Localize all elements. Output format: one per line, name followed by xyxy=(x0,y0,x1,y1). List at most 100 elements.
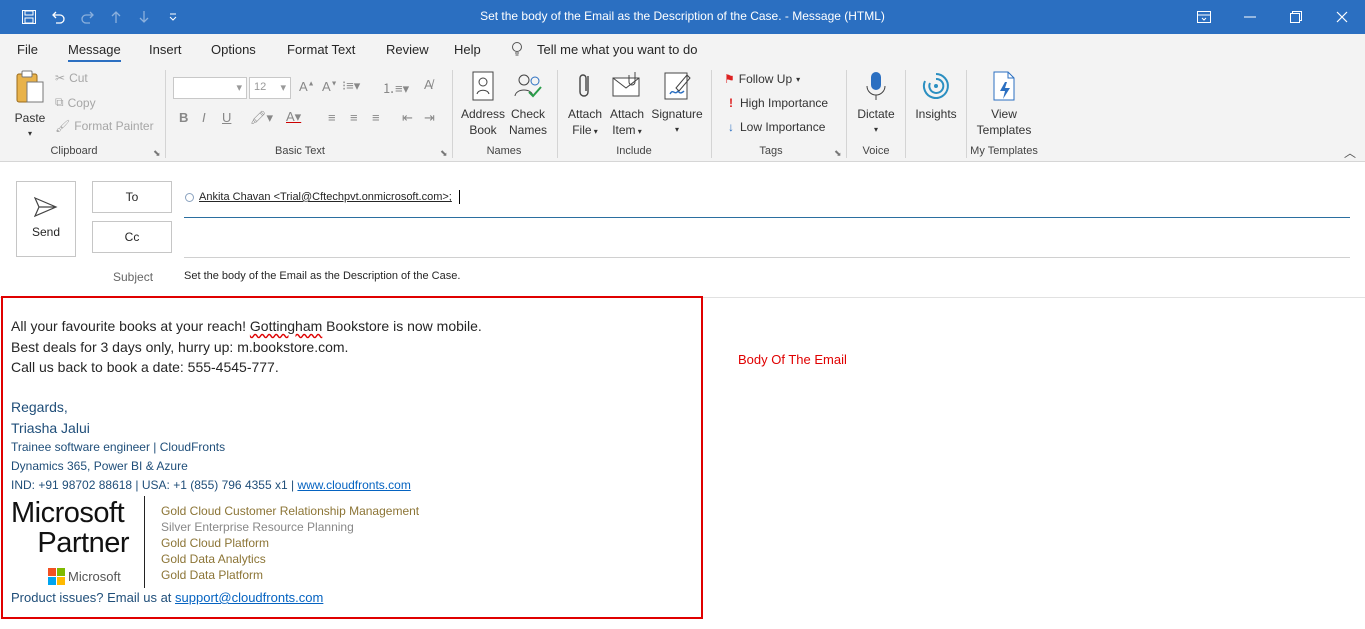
website-link[interactable]: www.cloudfronts.com xyxy=(297,478,410,492)
send-icon xyxy=(33,196,58,218)
shrink-font-icon[interactable]: A▼ xyxy=(322,79,338,94)
font-color-icon[interactable]: A▾ xyxy=(286,109,301,125)
copy-label: Copy xyxy=(67,95,96,110)
font-name-combo[interactable]: ▾ xyxy=(173,77,247,99)
address-book-label-1: Address xyxy=(460,107,506,121)
ribbon: Paste ▾ ✂ Cut ⧉ Copy 🖌 Format Painter Clipb… xyxy=(0,64,1365,162)
restore-icon[interactable] xyxy=(1273,4,1319,30)
to-button[interactable]: To xyxy=(92,181,172,213)
to-field[interactable]: Ankita Chavan <Trial@Cftechpvt.onmicroso… xyxy=(185,190,460,204)
check-names-icon xyxy=(514,74,542,98)
competency-1: Gold Cloud Customer Relationship Managem… xyxy=(161,504,420,518)
brush-icon: 🖌 xyxy=(55,119,71,133)
numbering-icon[interactable]: ⒈≡▾ xyxy=(382,78,409,97)
voice-group-label: Voice xyxy=(862,145,890,157)
low-importance-button[interactable]: ↓ Low Importance xyxy=(726,120,825,134)
grow-font-icon[interactable]: A▲ xyxy=(299,79,315,94)
phone-text: IND: +91 98702 88618 | USA: +1 (855) 796… xyxy=(11,478,298,492)
tab-file[interactable]: File xyxy=(17,42,38,57)
tab-format-text[interactable]: Format Text xyxy=(287,42,355,57)
ribbon-tabs: File Message Insert Options Format Text … xyxy=(0,34,1365,64)
underline-icon[interactable]: U xyxy=(222,110,231,125)
clear-formatting-icon[interactable]: A̸ xyxy=(424,77,433,92)
low-importance-label: Low Importance xyxy=(740,120,826,134)
close-icon[interactable] xyxy=(1319,4,1365,30)
basic-text-group-label: Basic Text xyxy=(275,145,325,157)
bullets-icon[interactable]: ⁝≡▾ xyxy=(342,78,360,94)
minimize-icon[interactable] xyxy=(1227,4,1273,30)
clipboard-launcher-icon[interactable]: ⬊ xyxy=(153,148,161,159)
signature-label: Signature xyxy=(651,107,703,121)
bold-icon[interactable]: B xyxy=(179,110,188,125)
text-cursor xyxy=(458,190,460,204)
cut-button[interactable]: ✂ Cut xyxy=(55,71,88,85)
basic-text-launcher-icon[interactable]: ⬊ xyxy=(440,148,448,159)
attach-file-label-2: File xyxy=(572,123,592,137)
cc-button[interactable]: Cc xyxy=(92,221,172,253)
check-names-label-2: Names xyxy=(508,123,547,137)
signature-name: Triasha Jalui xyxy=(11,420,90,436)
tab-review[interactable]: Review xyxy=(386,42,429,57)
recipient[interactable]: Ankita Chavan <Trial@Cftechpvt.onmicroso… xyxy=(199,191,452,203)
check-names-button[interactable]: Check Names xyxy=(507,70,549,138)
insights-button[interactable]: Insights xyxy=(911,70,961,122)
address-book-button[interactable]: Address Book xyxy=(459,70,507,138)
high-importance-label: High Importance xyxy=(740,96,829,110)
send-button[interactable]: Send xyxy=(16,181,76,257)
flag-icon: ⚑ xyxy=(724,72,735,86)
tab-insert[interactable]: Insert xyxy=(149,42,182,57)
ribbon-display-icon[interactable] xyxy=(1181,4,1227,30)
to-field-underline xyxy=(184,217,1350,218)
names-group-label: Names xyxy=(486,145,522,157)
decrease-indent-icon[interactable]: ⇤ xyxy=(402,110,413,126)
format-painter-label: Format Painter xyxy=(74,119,154,133)
tell-me-search[interactable]: Tell me what you want to do xyxy=(537,42,697,57)
paperclip-icon xyxy=(579,74,589,97)
microphone-icon xyxy=(866,72,886,100)
send-label: Send xyxy=(31,225,61,239)
align-left-icon[interactable]: ≡ xyxy=(328,110,336,125)
tab-message[interactable]: Message xyxy=(68,42,121,62)
high-importance-button[interactable]: ! High Importance xyxy=(726,96,828,110)
dictate-button[interactable]: Dictate ▾ xyxy=(853,70,899,138)
support-line: Product issues? Email us at support@clou… xyxy=(11,590,323,605)
align-right-icon[interactable]: ≡ xyxy=(372,110,380,125)
tab-help[interactable]: Help xyxy=(454,42,481,57)
align-center-icon[interactable]: ≡ xyxy=(350,110,358,125)
competency-3: Gold Cloud Platform xyxy=(161,536,270,550)
tags-launcher-icon[interactable]: ⬊ xyxy=(834,148,842,159)
exclamation-icon: ! xyxy=(729,96,733,110)
italic-icon[interactable]: I xyxy=(202,110,206,125)
cc-field[interactable] xyxy=(184,257,1350,258)
follow-up-button[interactable]: ⚑ Follow Up ▾ xyxy=(724,72,800,86)
templates-group-label: My Templates xyxy=(970,145,1038,157)
title-bar: Set the body of the Email as the Descrip… xyxy=(0,0,1365,34)
competency-5: Gold Data Platform xyxy=(161,568,264,582)
competency-2: Silver Enterprise Resource Planning xyxy=(161,520,354,534)
view-templates-button[interactable]: View Templates xyxy=(972,70,1036,138)
increase-indent-icon[interactable]: ⇥ xyxy=(424,110,435,126)
body-line-2: Best deals for 3 days only, hurry up: m.… xyxy=(11,339,349,355)
attach-file-label-1: Attach xyxy=(567,107,603,121)
microsoft-logo-icon xyxy=(48,568,65,585)
attach-item-button[interactable]: Attach Item ▾ xyxy=(607,70,647,140)
email-body[interactable]: All your favourite books at your reach! … xyxy=(1,296,703,619)
attach-file-button[interactable]: Attach File ▾ xyxy=(565,70,605,140)
font-size-combo[interactable]: 12 ▾ xyxy=(249,77,291,99)
tab-options[interactable]: Options xyxy=(211,42,256,57)
subject-field[interactable]: Set the body of the Email as the Descrip… xyxy=(184,270,460,282)
collapse-ribbon-icon[interactable]: ︿ xyxy=(1344,144,1356,161)
support-email-link[interactable]: support@cloudfronts.com xyxy=(175,590,323,605)
divider xyxy=(452,70,453,158)
signature-icon xyxy=(664,72,691,100)
copy-button[interactable]: ⧉ Copy xyxy=(55,95,96,110)
insights-label: Insights xyxy=(915,107,957,121)
paste-button[interactable]: Paste ▾ xyxy=(12,70,48,142)
signature-button[interactable]: Signature ▾ xyxy=(650,70,704,138)
paste-icon xyxy=(16,70,44,103)
highlight-icon[interactable]: 🖍▾ xyxy=(250,110,273,126)
misspelled-word: Gottingham xyxy=(249,318,323,334)
insights-icon xyxy=(922,73,949,99)
logo-divider xyxy=(144,496,145,588)
format-painter-button[interactable]: 🖌 Format Painter xyxy=(55,119,154,133)
